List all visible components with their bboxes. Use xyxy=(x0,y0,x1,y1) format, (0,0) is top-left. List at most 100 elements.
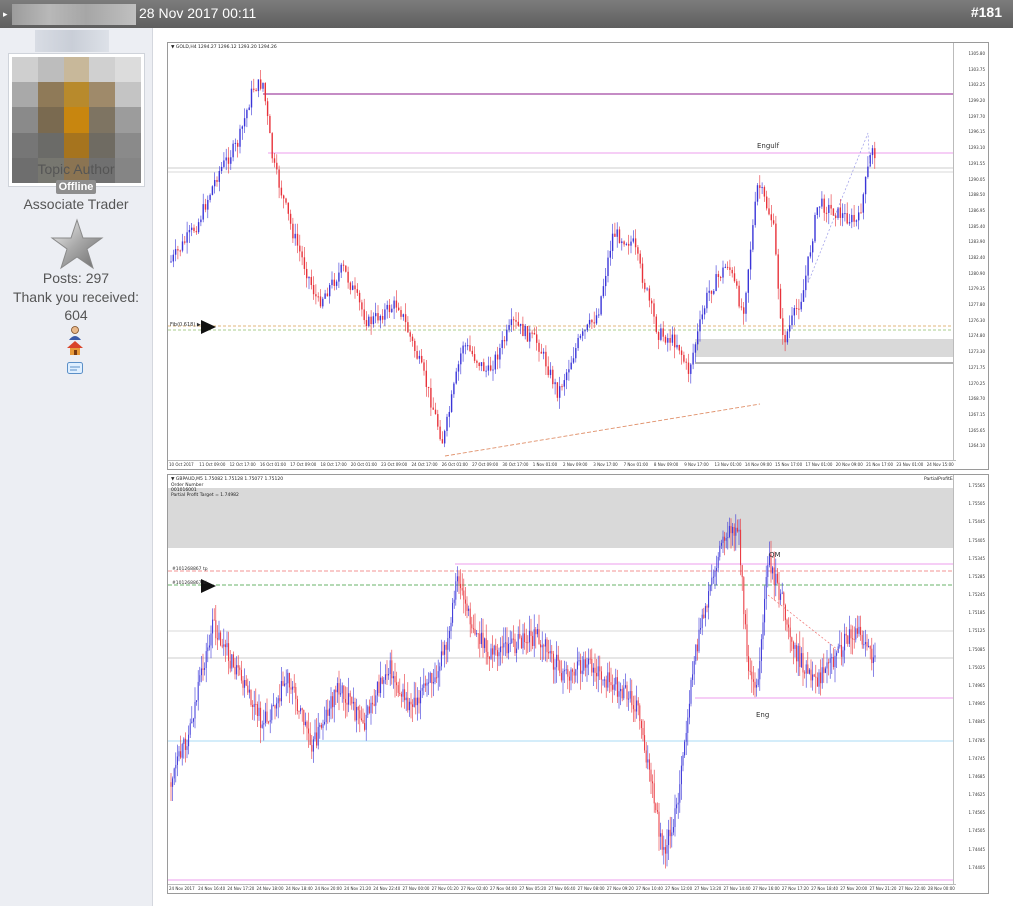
candle-body xyxy=(349,282,352,290)
candle-body xyxy=(287,672,289,684)
candle-body xyxy=(410,701,412,705)
candle-body xyxy=(234,666,236,675)
candle-body xyxy=(292,686,294,690)
candle-body xyxy=(255,89,257,92)
user-profile-icon[interactable] xyxy=(66,325,84,341)
status-badge: Offline xyxy=(56,180,96,194)
time-tick: 23 Nov 01:00 xyxy=(896,462,924,467)
post-number-link[interactable]: #181 xyxy=(971,4,1002,20)
candle-body xyxy=(848,222,851,224)
candle-body xyxy=(386,304,388,310)
candle-body xyxy=(853,214,855,222)
candle-body xyxy=(610,682,612,686)
candle-body xyxy=(509,642,511,644)
candle-body xyxy=(701,614,703,629)
candle-body xyxy=(276,703,278,709)
post-date: 28 Nov 2017 00:11 xyxy=(139,5,257,21)
chart-header: ▼ GBPAUD,M5 1.75082 1.75128 1.75077 1.75… xyxy=(171,477,284,482)
time-tick: 26 Oct 01:00 xyxy=(441,462,468,467)
candle-body xyxy=(847,635,849,644)
candle-body xyxy=(457,364,460,372)
candle-body xyxy=(260,79,262,89)
candle-body xyxy=(545,351,547,367)
candle-body xyxy=(460,583,462,589)
candle-body xyxy=(602,286,605,297)
candle-body xyxy=(816,207,818,215)
candle-body xyxy=(336,683,338,693)
candle-body xyxy=(532,635,534,646)
candle-body xyxy=(181,744,183,758)
candle-body xyxy=(445,644,447,650)
rank-star-icon xyxy=(50,218,104,270)
candle-body xyxy=(701,314,703,320)
candle-body xyxy=(170,782,172,787)
candle-body xyxy=(452,602,454,623)
home-icon[interactable] xyxy=(66,340,84,356)
candle-body xyxy=(792,641,794,649)
candle-body xyxy=(724,266,726,268)
candle-body xyxy=(542,351,545,354)
candle-body xyxy=(581,670,583,674)
candle-body xyxy=(368,706,370,713)
candle-body xyxy=(356,289,358,293)
candle-body xyxy=(664,336,667,343)
candle-body xyxy=(693,661,695,675)
candle-body xyxy=(391,308,393,313)
candle-body xyxy=(727,537,729,539)
candle-body xyxy=(836,652,838,656)
candle-body xyxy=(598,314,600,316)
candle-body xyxy=(791,315,793,326)
candle-body xyxy=(301,251,303,258)
candle-body xyxy=(195,231,197,233)
candle-body xyxy=(823,198,825,213)
chart-header: ▼ GOLD,H4 1294.27 1296.12 1293.20 1294.2… xyxy=(171,45,277,50)
candle-body xyxy=(703,308,706,315)
candle-body xyxy=(241,126,243,129)
candle-body xyxy=(852,638,854,640)
post-header: ▸ 28 Nov 2017 00:11 #181 xyxy=(0,0,1013,28)
candle-body xyxy=(231,654,233,669)
candle-body xyxy=(841,213,844,218)
candle-body xyxy=(299,245,301,252)
avatar-blur-top xyxy=(35,30,109,52)
demand-zone xyxy=(695,339,956,357)
time-tick: 18 Oct 17:00 xyxy=(320,462,347,467)
candle-body xyxy=(309,733,311,746)
candle-body xyxy=(311,745,313,752)
candle-body xyxy=(719,545,721,557)
candle-body xyxy=(761,187,763,189)
time-tick: 10 Oct 2017 xyxy=(169,462,194,467)
candle-body xyxy=(802,653,804,673)
candle-body xyxy=(421,355,423,363)
candle-body xyxy=(370,702,372,713)
candle-body xyxy=(620,688,622,692)
candle-body xyxy=(655,803,657,811)
candle-body xyxy=(202,204,204,220)
candle-body xyxy=(461,588,463,591)
candle-body xyxy=(262,82,264,89)
candle-body xyxy=(315,294,317,297)
candle-body xyxy=(582,331,584,336)
candle-body xyxy=(651,300,653,304)
message-icon[interactable] xyxy=(66,361,84,377)
candle-body xyxy=(591,658,593,673)
candle-body xyxy=(200,668,202,676)
candle-body xyxy=(823,667,825,673)
candle-body xyxy=(494,354,496,370)
candle-body xyxy=(261,724,263,728)
post-link-icon[interactable]: ▸ xyxy=(3,9,8,20)
candle-body xyxy=(831,657,833,659)
candle-body xyxy=(421,687,423,691)
candle-body xyxy=(508,643,510,654)
price-tick: 1282.40 xyxy=(968,255,985,260)
candle-body xyxy=(531,332,533,334)
candle-body xyxy=(615,677,617,685)
candle-body xyxy=(874,655,876,658)
candle-body xyxy=(400,693,402,697)
username-blurred[interactable] xyxy=(12,4,136,25)
price-tick: 1279.35 xyxy=(968,286,985,292)
price-tick: 1.74965 xyxy=(968,683,985,688)
price-tick: 1290.05 xyxy=(968,176,985,182)
candle-body xyxy=(824,668,826,673)
candle-body xyxy=(402,689,404,697)
